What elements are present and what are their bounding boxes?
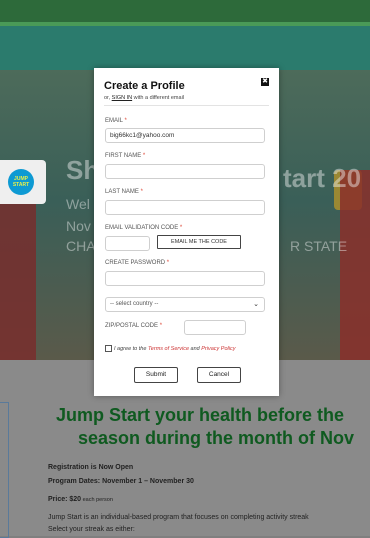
section-heading: Jump Start your health before the [56,405,345,425]
agree-and: and [189,345,202,352]
streak-instructions: Select your streak as either: [48,526,135,533]
modal-divider [104,105,269,106]
side-panel [0,402,9,538]
email-field[interactable]: big66kc1@yahoo.com [105,128,265,143]
subtitle-suffix: with a different email [132,95,185,101]
top-bar [0,0,370,22]
required-mark: * [142,153,146,159]
first-name-label: FIRST NAME * [105,153,145,159]
close-icon[interactable]: ✖ [261,78,269,86]
agree-checkbox[interactable] [105,345,112,352]
email-label-text: EMAIL [105,118,123,124]
jump-start-logo: JUMP START [0,160,46,204]
hero-dates: Nov [66,218,91,234]
email-me-code-button[interactable]: EMAIL ME THE CODE [157,235,241,249]
submit-button[interactable]: Submit [134,367,178,383]
hero-title-right: tart 20 [283,163,362,193]
hero-person-left [0,190,36,360]
zip-field[interactable] [184,320,246,335]
first-name-label-text: FIRST NAME [105,153,142,159]
subtitle-prefix: or, [104,95,112,101]
last-name-label: LAST NAME * [105,189,143,195]
registration-status: Registration is Now Open [48,464,134,471]
privacy-link[interactable]: Privacy Policy [201,346,235,352]
zip-label: ZIP/POSTAL CODE * [105,323,162,329]
first-name-field[interactable] [105,164,265,179]
sign-in-link[interactable]: SIGN IN [112,95,132,101]
terms-link[interactable]: Terms of Service [148,346,189,352]
required-mark: * [124,118,127,124]
last-name-label-text: LAST NAME [105,189,139,195]
password-label: CREATE PASSWORD * [105,260,169,266]
required-mark: * [166,260,170,266]
site-header [0,26,370,70]
zip-label-text: ZIP/POSTAL CODE [105,323,159,329]
hero-challenge: CHA [66,238,96,254]
country-select[interactable]: -- select country -- ⌄ [105,297,265,312]
password-label-text: CREATE PASSWORD [105,260,166,266]
hero-person-right [340,170,370,360]
required-mark: * [179,225,183,231]
password-field[interactable] [105,271,265,286]
modal-subtitle: or, SIGN IN with a different email [104,95,184,101]
chevron-down-icon: ⌄ [253,301,259,308]
agree-prefix: I agree to the [114,345,148,352]
validation-code-field[interactable] [105,236,150,251]
validation-code-label: EMAIL VALIDATION CODE * [105,225,182,231]
price-suffix: each person [81,497,113,503]
create-profile-modal: Create a Profile ✖ or, SIGN IN with a di… [94,68,279,396]
price-line: Price: $20 each person [48,496,113,503]
program-dates: Program Dates: November 1 – November 30 [48,478,194,485]
terms-agreement: I agree to the Terms of Service and Priv… [105,345,235,352]
email-label: EMAIL * [105,118,127,124]
price-label: Price: $20 [48,496,82,503]
validation-code-label-text: EMAIL VALIDATION CODE [105,225,179,231]
required-mark: * [159,323,163,329]
hero-state: R STATE [290,238,348,254]
modal-title: Create a Profile [104,80,185,92]
country-select-value: -- select country -- [110,301,159,307]
logo-text: JUMP START [12,176,30,188]
last-name-field[interactable] [105,200,265,215]
section-heading-line2: season during the month of Nov [78,428,355,448]
cancel-button[interactable]: Cancel [197,367,241,383]
hero-welcome: Wel [66,196,90,212]
required-mark: * [140,189,143,195]
program-description: Jump Start is an individual-based progra… [48,514,309,521]
